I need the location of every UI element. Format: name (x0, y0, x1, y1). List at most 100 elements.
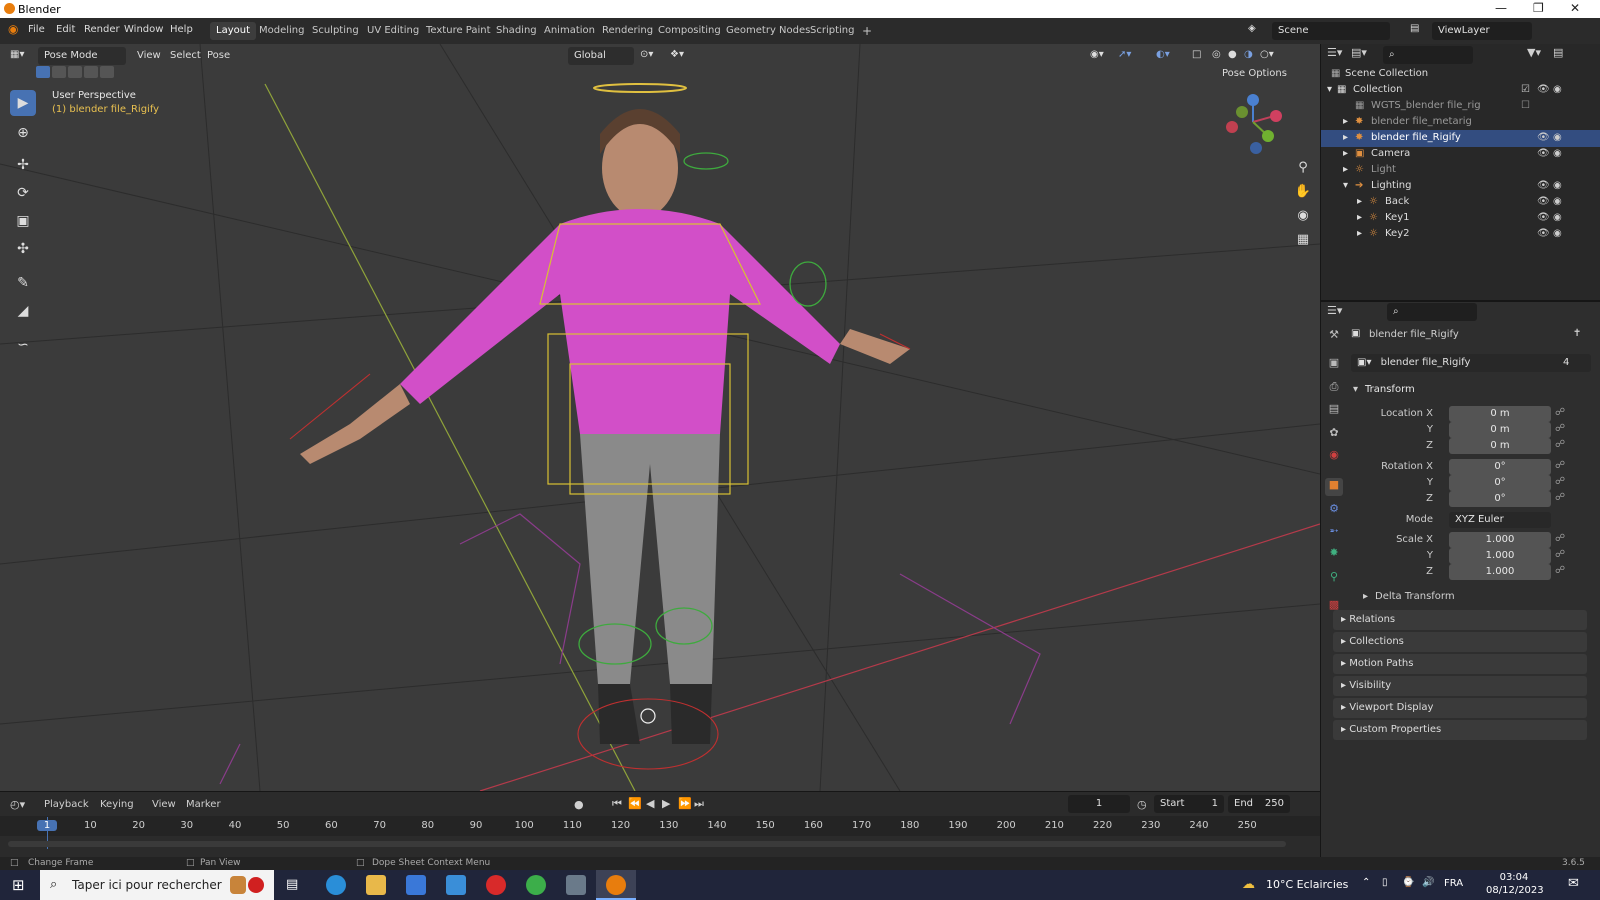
eye-icon[interactable]: 👁 (1537, 196, 1550, 207)
outliner-row-back[interactable]: ▸ ☼ Back 👁 ◉ (1321, 194, 1600, 211)
clock-date[interactable]: 08/12/2023 (1486, 885, 1544, 896)
eye-icon[interactable]: 👁 (1537, 84, 1550, 95)
notification-icon[interactable]: ✉ (1568, 876, 1579, 891)
menu-keying[interactable]: Keying (100, 799, 134, 810)
menu-select[interactable]: Select (170, 50, 201, 61)
outliner-row-scene-collection[interactable]: ▦ Scene Collection (1321, 66, 1600, 83)
windows-start-icon[interactable]: ⊞ (12, 876, 25, 894)
tab-geometry-nodes[interactable]: Geometry Nodes (720, 22, 816, 40)
blender-taskbar-button[interactable] (596, 870, 636, 900)
app-window-icon[interactable] (566, 875, 586, 895)
scene-icon[interactable]: ◈ (1248, 23, 1256, 34)
measure-tool-icon[interactable]: ◢ (10, 298, 36, 324)
wireframe-shading-icon[interactable]: ◎ (1212, 49, 1221, 60)
rotation-mode-dropdown[interactable]: XYZ Euler (1449, 512, 1551, 528)
location-x-field[interactable]: 0 m (1449, 406, 1551, 422)
menu-window[interactable]: Window (124, 24, 163, 35)
rendered-shading-icon[interactable]: ○▾ (1260, 49, 1274, 60)
camera-view-icon[interactable]: ◉ (1292, 208, 1314, 230)
volume-icon[interactable]: 🔊 (1422, 877, 1434, 888)
output-tab-icon[interactable]: ⎙ (1325, 380, 1343, 398)
outliner-row-metarig[interactable]: ▸ ✸ blender file_metarig (1321, 114, 1600, 131)
minimize-icon[interactable]: — (1495, 1, 1507, 15)
tab-sculpting[interactable]: Sculpting (306, 22, 365, 40)
lock-icon[interactable]: ☍ (1555, 407, 1565, 418)
mode-selector[interactable]: Pose Mode (38, 47, 126, 65)
opera-icon[interactable] (486, 875, 506, 895)
expand-icon[interactable]: ▸ (1343, 148, 1348, 159)
pin-icon[interactable]: ✝ (1573, 328, 1581, 339)
navigation-gizmo[interactable] (1222, 90, 1284, 156)
camera-render-icon[interactable]: ◉ (1553, 196, 1562, 207)
3d-viewport[interactable]: ▦▾ Pose Mode View Select Pose Global ⊙▾ … (0, 44, 1320, 791)
outliner-row-collection[interactable]: ▾ ▦ Collection ☑ 👁 ◉ (1321, 82, 1600, 99)
rotation-x-field[interactable]: 0° (1449, 459, 1551, 475)
task-view-icon[interactable]: ▤ (286, 877, 298, 892)
scale-y-field[interactable]: 1.000 (1449, 548, 1551, 564)
menu-file[interactable]: File (28, 24, 45, 35)
lock-icon[interactable]: ☍ (1555, 476, 1565, 487)
jump-start-icon[interactable]: ⏮ (612, 797, 622, 811)
select-new-icon[interactable] (36, 66, 50, 78)
weather-text[interactable]: 10°C Eclaircies (1266, 878, 1348, 891)
menu-playback[interactable]: Playback (44, 799, 89, 810)
editor-type-icon[interactable]: ▦▾ (10, 49, 24, 60)
motion-paths-panel[interactable]: ▸ Motion Paths (1333, 654, 1587, 674)
lock-icon[interactable]: ☍ (1555, 460, 1565, 471)
collections-panel[interactable]: ▸ Collections (1333, 632, 1587, 652)
pan-hand-icon[interactable]: ✋ (1292, 184, 1314, 206)
viewlayer-icon[interactable]: ▤ (1410, 23, 1419, 34)
expand-icon[interactable]: ▸ (1357, 228, 1362, 239)
zoom-icon[interactable]: ⚲ (1292, 160, 1314, 182)
camera-render-icon[interactable]: ◉ (1553, 148, 1562, 159)
menu-view[interactable]: View (137, 50, 161, 61)
properties-search-input[interactable]: ⌕ (1387, 303, 1477, 321)
rotate-tool-icon[interactable]: ⟳ (10, 180, 36, 206)
add-workspace-icon[interactable]: + (856, 21, 878, 39)
transform-tool-icon[interactable]: ✣ (10, 236, 36, 262)
expand-icon[interactable]: ▸ (1343, 116, 1348, 127)
solid-shading-icon[interactable]: ● (1228, 49, 1237, 60)
taskbar-search-box[interactable]: ⌕ Taper ici pour rechercher (40, 870, 274, 900)
lock-icon[interactable]: ☍ (1555, 549, 1565, 560)
lock-icon[interactable]: ☍ (1555, 492, 1565, 503)
delta-transform-header[interactable]: Delta Transform (1375, 591, 1455, 602)
tray-chevron-icon[interactable]: ⌃ (1362, 877, 1370, 888)
render-tab-icon[interactable]: ▣ (1325, 356, 1343, 374)
outliner-row-light[interactable]: ▸ ☼ Light (1321, 162, 1600, 179)
transform-panel-header[interactable]: Transform (1365, 384, 1415, 395)
jump-end-icon[interactable]: ⏭ (694, 797, 704, 811)
menu-timeline-view[interactable]: View (152, 799, 176, 810)
camera-render-icon[interactable]: ◉ (1553, 228, 1562, 239)
checkbox-icon[interactable]: ☐ (1521, 100, 1530, 111)
cursor-tool-icon[interactable]: ⊕ (10, 120, 36, 146)
eye-icon[interactable]: 👁 (1537, 148, 1550, 159)
chrome-icon[interactable] (526, 875, 546, 895)
new-collection-icon[interactable]: ▤ (1553, 46, 1563, 59)
datablock-field[interactable]: ▣▾ blender file_Rigify 4 (1351, 354, 1591, 372)
tab-modeling[interactable]: Modeling (253, 22, 311, 40)
delta-transform-expand-icon[interactable]: ▸ (1363, 591, 1368, 602)
lock-icon[interactable]: ☍ (1555, 423, 1565, 434)
outliner-row-lighting[interactable]: ▾ ➔ Lighting 👁 ◉ (1321, 178, 1600, 195)
expand-icon[interactable]: ▸ (1357, 212, 1362, 223)
select-invert-icon[interactable] (84, 66, 98, 78)
move-tool-icon[interactable]: ✢ (10, 152, 36, 178)
tab-animation[interactable]: Animation (538, 22, 601, 40)
rotation-z-field[interactable]: 0° (1449, 491, 1551, 507)
menu-render[interactable]: Render (84, 24, 120, 35)
camera-render-icon[interactable]: ◉ (1553, 180, 1562, 191)
preview-range-icon[interactable]: ◷ (1137, 798, 1147, 811)
viewlayer-selector[interactable]: ViewLayer (1432, 22, 1532, 40)
menu-marker[interactable]: Marker (186, 799, 221, 810)
overlay-icon[interactable]: ◐▾ (1156, 49, 1170, 60)
filter-icon[interactable]: ▼▾ (1527, 46, 1541, 59)
play-icon[interactable]: ▶ (662, 797, 670, 810)
transform-collapse-icon[interactable]: ▾ (1353, 384, 1358, 395)
tab-scripting[interactable]: Scripting (804, 22, 860, 40)
lock-icon[interactable]: ☍ (1555, 439, 1565, 450)
properties-editor-icon[interactable]: ☰▾ (1327, 304, 1342, 317)
edge-icon[interactable] (326, 875, 346, 895)
eye-icon[interactable]: 👁 (1537, 180, 1550, 191)
annotate-tool-icon[interactable]: ✎ (10, 270, 36, 296)
